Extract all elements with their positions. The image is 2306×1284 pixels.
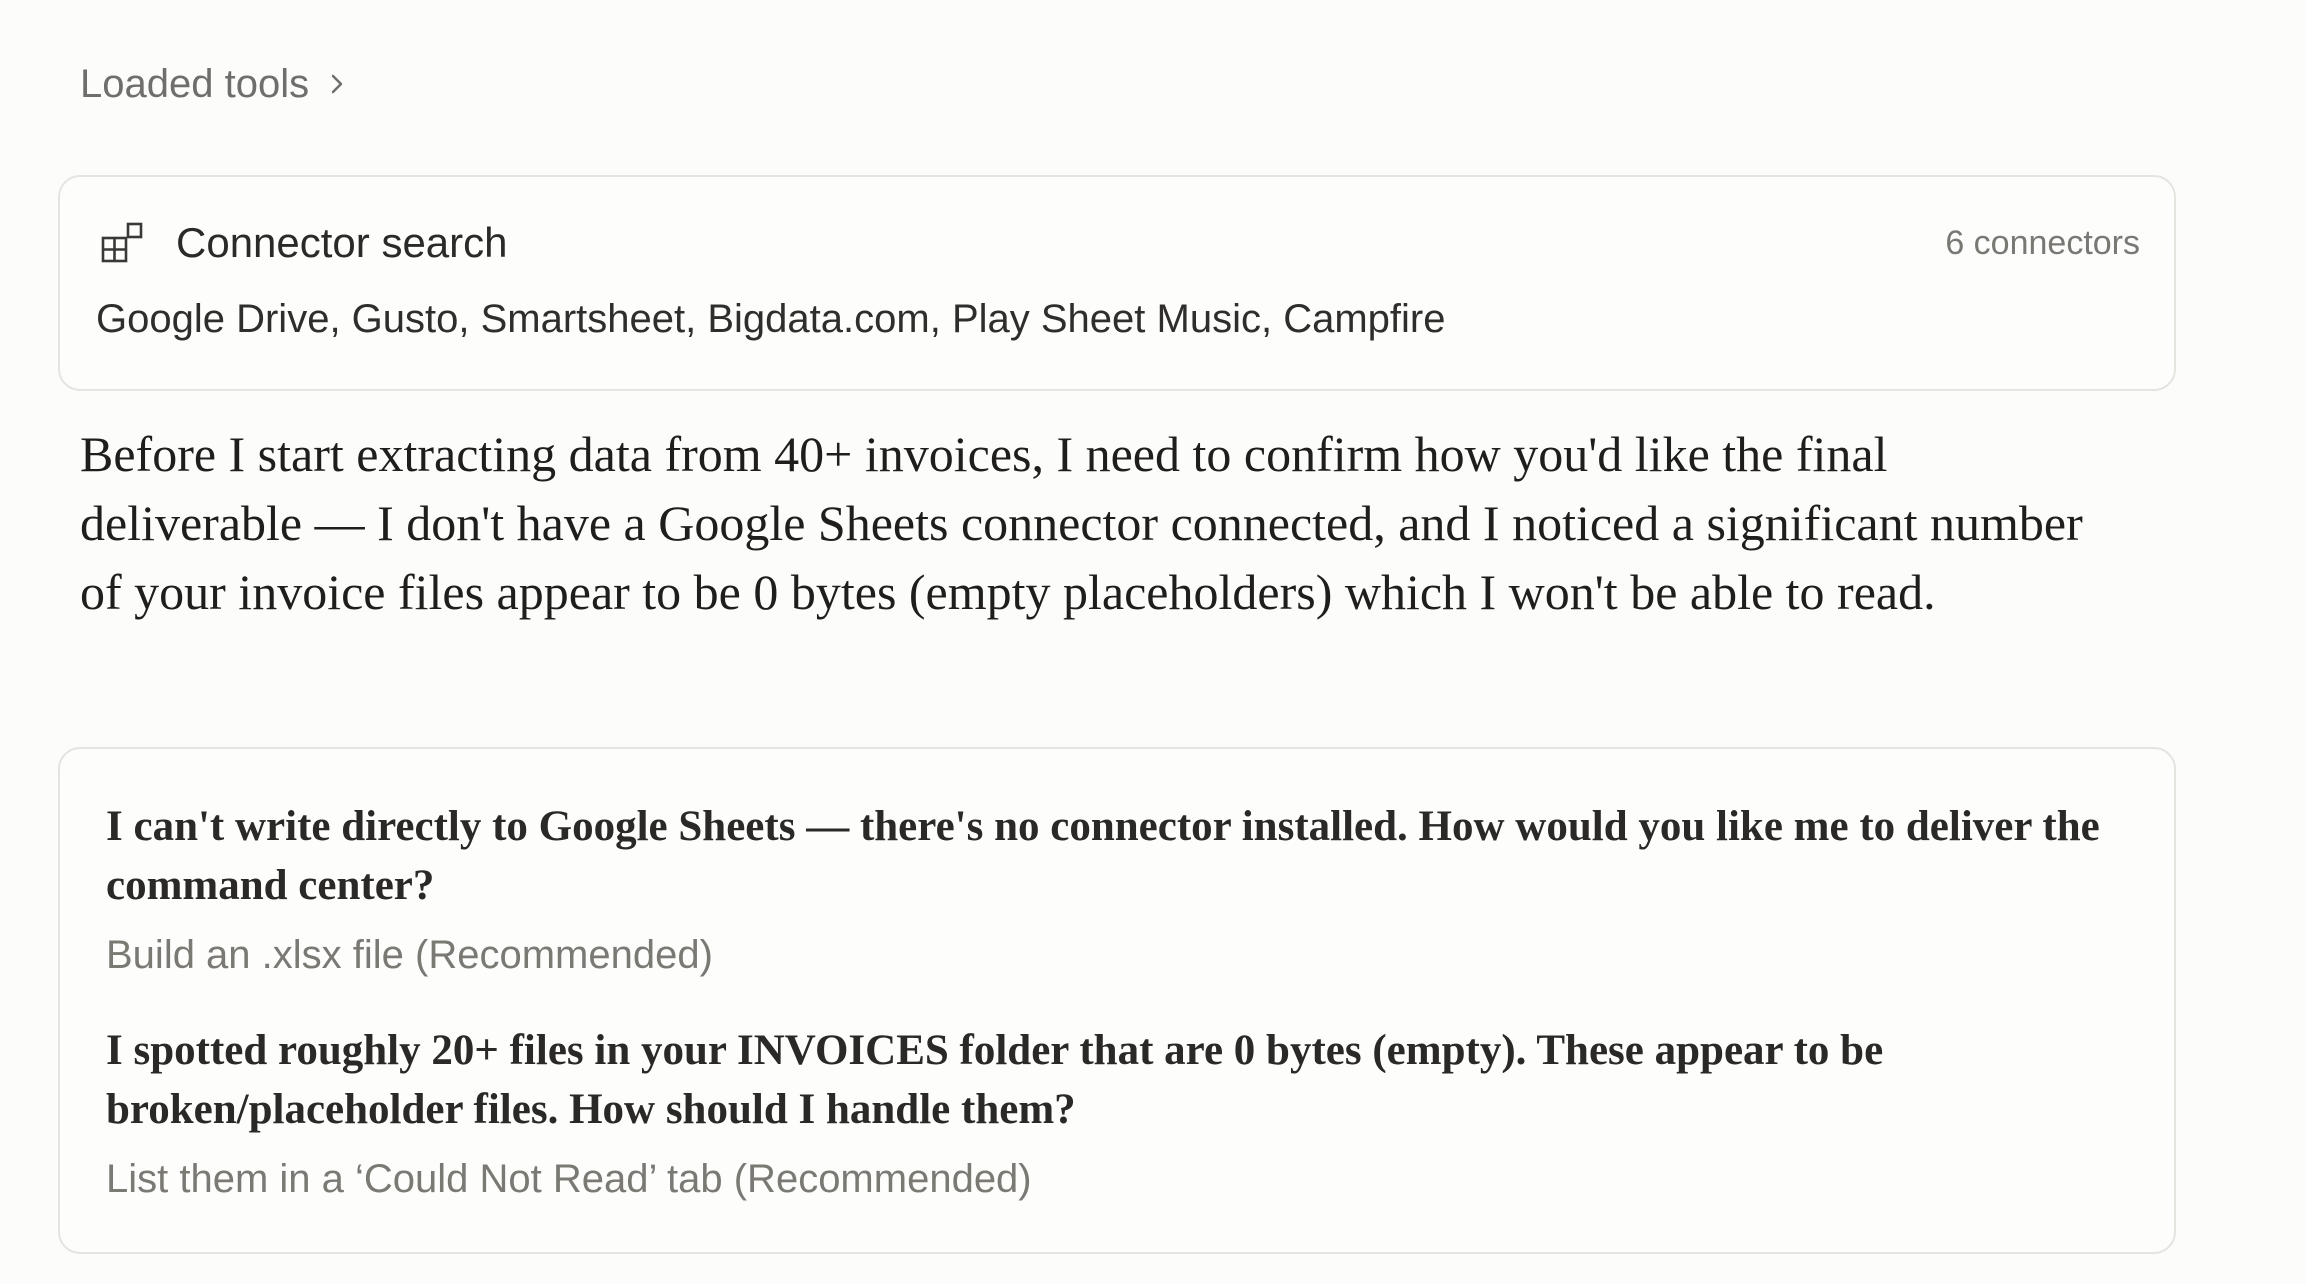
answer-text: List them in a ‘Could Not Read’ tab (Rec… [106,1157,1032,1201]
assistant-message: Before I start extracting data from 40+ … [80,426,2083,620]
connector-search-card: Connector search 6 connectors Google Dri… [58,175,2176,391]
question-block: I spotted roughly 20+ files in your INVO… [106,1021,2128,1205]
answer-text: Build an .xlsx file (Recommended) [106,933,713,977]
loaded-tools-label: Loaded tools [80,61,310,106]
question-text: I spotted roughly 20+ files in your INVO… [106,1027,1884,1133]
question-block: I can't write directly to Google Sheets … [106,797,2128,981]
connector-search-header: Connector search 6 connectors [100,213,2140,273]
loaded-tools-toggle[interactable]: Loaded tools [80,56,351,112]
question-text: I can't write directly to Google Sheets … [106,803,2100,909]
connector-count: 6 connectors [1945,223,2140,262]
connector-search-title: Connector search [176,219,508,266]
connector-list: Google Drive, Gusto, Smartsheet, Bigdata… [96,297,1446,341]
chevron-right-icon [323,70,351,98]
connector-icon [100,221,144,265]
questions-card: I can't write directly to Google Sheets … [58,747,2176,1254]
